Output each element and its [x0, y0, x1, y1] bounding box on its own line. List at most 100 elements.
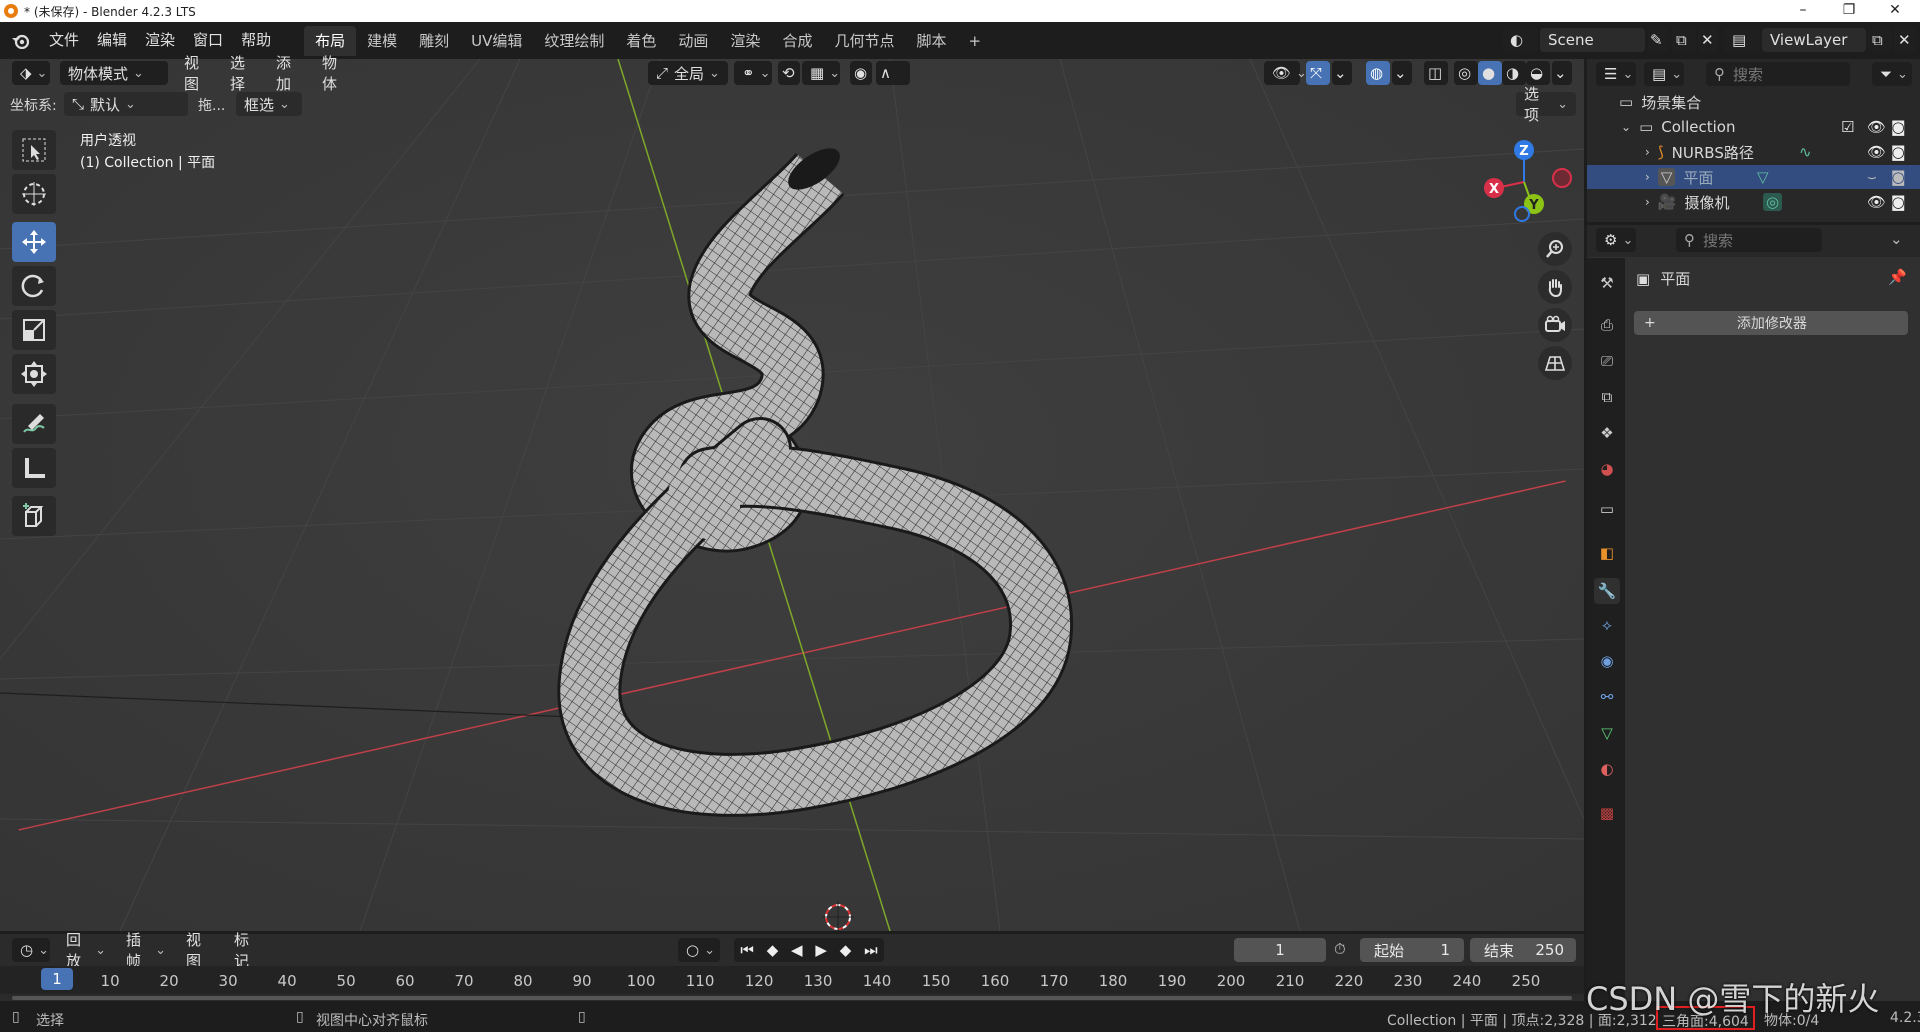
- texture-properties-tab-icon[interactable]: ▩: [1594, 800, 1620, 826]
- snap-toggle-icon[interactable]: ⟲: [778, 61, 800, 85]
- expand-chevron-right-icon[interactable]: ›: [1645, 170, 1650, 184]
- auto-keying-icon[interactable]: ○: [678, 938, 720, 962]
- gizmo-neg-z-icon[interactable]: [1514, 206, 1530, 222]
- camera-render-icon[interactable]: ◙: [1891, 193, 1906, 211]
- menu-object[interactable]: 物体: [314, 54, 358, 93]
- viewlayer-browse-icon[interactable]: ▤: [1724, 28, 1760, 52]
- jump-end-icon[interactable]: ⏭: [864, 941, 878, 959]
- gizmo-toggle-icon[interactable]: ⤧: [1306, 61, 1330, 85]
- perspective-toggle-icon[interactable]: [1538, 346, 1572, 380]
- current-frame-field[interactable]: 1: [1234, 938, 1326, 962]
- properties-search-input[interactable]: ⚲ 搜索: [1676, 228, 1822, 252]
- rendered-shading-icon[interactable]: ◒: [1526, 61, 1550, 85]
- add-modifier-button[interactable]: + 添加修改器: [1634, 311, 1908, 335]
- outliner-scene-collection[interactable]: ▭ 场景集合: [1587, 90, 1920, 114]
- menu-add[interactable]: 添加: [268, 54, 312, 93]
- display-mode-icon[interactable]: ▤: [1644, 62, 1684, 86]
- marker-menu[interactable]: 标记: [226, 931, 270, 970]
- constraints-properties-tab-icon[interactable]: ⚯: [1594, 684, 1620, 710]
- preview-range-icon[interactable]: ⏱: [1334, 940, 1346, 958]
- pan-hand-icon[interactable]: [1538, 270, 1572, 304]
- gizmo-dropdown-icon[interactable]: ⌄: [1332, 61, 1352, 85]
- navigation-gizmo[interactable]: Z X Y: [1474, 136, 1578, 230]
- jump-start-icon[interactable]: ⏮: [740, 941, 754, 959]
- tab-layout[interactable]: 布局: [304, 25, 357, 56]
- output-properties-tab-icon[interactable]: ⎚: [1594, 348, 1620, 374]
- particles-properties-tab-icon[interactable]: ⟡: [1594, 612, 1620, 638]
- viewlayer-name-field[interactable]: ViewLayer: [1762, 28, 1866, 52]
- cursor-tool[interactable]: [12, 174, 56, 214]
- menu-edit[interactable]: 编辑: [88, 22, 136, 59]
- expand-chevron-right-icon[interactable]: ›: [1645, 195, 1650, 209]
- material-properties-tab-icon[interactable]: ◐: [1594, 756, 1620, 782]
- new-viewlayer-icon[interactable]: ⧉: [1868, 28, 1892, 52]
- tab-sculpting[interactable]: 雕刻: [408, 26, 460, 56]
- xray-toggle-icon[interactable]: ◫: [1424, 61, 1448, 85]
- tab-texture-paint[interactable]: 纹理绘制: [533, 26, 615, 56]
- pin-icon[interactable]: 📌: [1888, 268, 1907, 286]
- view-layer-properties-tab-icon[interactable]: ⧉: [1594, 384, 1620, 410]
- timeline-editor-type-icon[interactable]: ◷: [12, 938, 50, 962]
- collection-include-checkbox[interactable]: ☑: [1841, 118, 1854, 136]
- camera-eye-icon[interactable]: 👁: [1867, 193, 1886, 211]
- add-cube-tool[interactable]: [12, 496, 56, 536]
- close-button[interactable]: ✕: [1872, 0, 1918, 22]
- options-dropdown[interactable]: 选项: [1516, 85, 1576, 124]
- end-frame-field[interactable]: 结束 250: [1470, 938, 1576, 962]
- filter-icon[interactable]: ⏷: [1872, 62, 1912, 86]
- pin-icon[interactable]: ✎: [1648, 28, 1668, 52]
- scene-properties-tab-icon[interactable]: ❖: [1594, 420, 1620, 446]
- visibility-icon[interactable]: 👁: [1264, 61, 1300, 85]
- plane-render-icon[interactable]: ◙: [1891, 168, 1906, 186]
- snap-target-icon[interactable]: ▦: [802, 61, 840, 85]
- tab-geometry-nodes[interactable]: 几何节点: [823, 26, 905, 56]
- object-properties-tab-icon[interactable]: ◧: [1594, 540, 1620, 566]
- tab-scripting[interactable]: 脚本: [905, 26, 957, 56]
- plane-hidden-eye-icon[interactable]: ⌣: [1867, 168, 1877, 186]
- playback-menu[interactable]: 回放: [58, 931, 114, 970]
- new-scene-icon[interactable]: ⧉: [1672, 28, 1696, 52]
- collection-properties-tab-icon[interactable]: ▭: [1594, 496, 1620, 522]
- move-tool[interactable]: [12, 222, 56, 262]
- scale-tool[interactable]: [12, 310, 56, 350]
- shading-dropdown-icon[interactable]: ⌄: [1552, 61, 1572, 85]
- collection-eye-icon[interactable]: 👁: [1867, 118, 1886, 136]
- expand-chevron-right-icon[interactable]: ›: [1645, 145, 1650, 159]
- tab-rendering[interactable]: 渲染: [719, 26, 771, 56]
- material-shading-icon[interactable]: ◑: [1502, 61, 1526, 85]
- tab-uv-editing[interactable]: UV编辑: [460, 26, 533, 56]
- outliner-item-camera[interactable]: › 🎥 摄像机 ◎ 👁 ◙: [1587, 190, 1920, 214]
- delete-viewlayer-icon[interactable]: ✕: [1894, 28, 1916, 52]
- measure-tool[interactable]: [12, 448, 56, 488]
- 3d-viewport[interactable]: [0, 59, 1584, 931]
- prev-keyframe-icon[interactable]: ◆: [767, 941, 779, 959]
- next-keyframe-icon[interactable]: ◆: [840, 941, 852, 959]
- tab-shading[interactable]: 着色: [615, 26, 667, 56]
- nurbs-eye-icon[interactable]: 👁: [1867, 143, 1886, 161]
- world-properties-tab-icon[interactable]: ◕: [1594, 456, 1620, 482]
- timeline-view-menu[interactable]: 视图: [178, 931, 222, 970]
- tab-modeling[interactable]: 建模: [356, 26, 408, 56]
- timeline-scrollbar[interactable]: [12, 996, 1572, 1000]
- scene-name-field[interactable]: Scene: [1540, 28, 1645, 52]
- overlay-toggle-icon[interactable]: ◍: [1366, 61, 1390, 85]
- outliner-search-input[interactable]: ⚲ 搜索: [1706, 62, 1850, 86]
- drag-select-dropdown[interactable]: 框选: [236, 92, 302, 116]
- play-reverse-icon[interactable]: ◀: [791, 941, 803, 959]
- pivot-point-icon[interactable]: ⚭: [734, 61, 772, 85]
- render-properties-tab-icon[interactable]: ⎙: [1594, 312, 1620, 338]
- annotate-tool[interactable]: [12, 404, 56, 444]
- menu-file[interactable]: 文件: [40, 22, 88, 59]
- editor-type-icon[interactable]: ⬗: [12, 61, 50, 85]
- menu-select[interactable]: 选择: [222, 54, 266, 93]
- select-box-tool[interactable]: [12, 130, 56, 170]
- outliner-editor-type-icon[interactable]: ☰: [1596, 62, 1636, 86]
- physics-properties-tab-icon[interactable]: ◉: [1594, 648, 1620, 674]
- play-icon[interactable]: ▶: [815, 941, 827, 959]
- menu-render[interactable]: 渲染: [136, 22, 184, 59]
- scene-browse-icon[interactable]: ◐: [1502, 28, 1538, 52]
- transform-orientation-dropdown[interactable]: ⤢ 全局: [648, 61, 728, 85]
- outliner-item-nurbs-path[interactable]: › ⟆ NURBS路径 ∿ 👁 ◙: [1587, 140, 1920, 164]
- tab-compositing[interactable]: 合成: [771, 26, 823, 56]
- start-frame-field[interactable]: 起始 1: [1360, 938, 1464, 962]
